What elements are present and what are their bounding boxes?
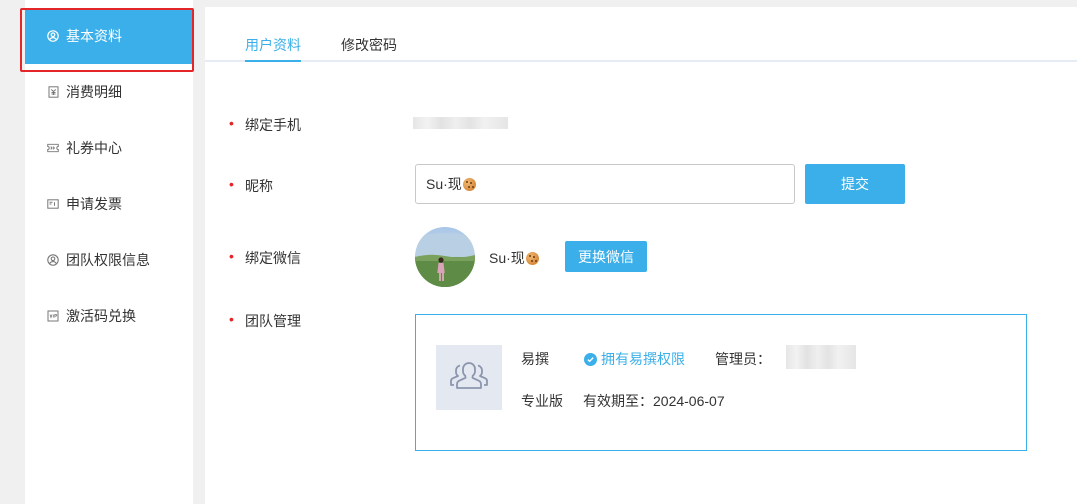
team-name: 易撰 (521, 351, 549, 367)
tab-user-profile[interactable]: 用户资料 (245, 35, 301, 55)
team-card: 易撰 拥有易撰权限 管理员： 专业版 有效期至：2024-06-07 (415, 314, 1027, 451)
sidebar: 基本资料 消费明细 礼券中心 申请发票 团队权限信息 激活码兑换 (25, 0, 193, 504)
tab-change-password[interactable]: 修改密码 (341, 35, 397, 55)
required-marker: • (229, 311, 234, 327)
required-marker: • (229, 115, 234, 131)
nickname-label: 昵称 (245, 178, 273, 194)
sidebar-item-label: 申请发票 (66, 196, 122, 212)
team-edition: 专业版 (521, 393, 563, 409)
main-panel: 用户资料 修改密码 • 绑定手机 • 昵称 Su·现 提交 • 绑定微信 Su·… (205, 7, 1077, 504)
sidebar-item-label: 基本资料 (66, 28, 122, 44)
team-permission: 拥有易撰权限 (584, 349, 685, 369)
ticket-icon (47, 142, 59, 154)
active-tab-indicator (245, 60, 301, 62)
wechat-label: 绑定微信 (245, 250, 301, 266)
sidebar-item-team-permissions[interactable]: 团队权限信息 (25, 232, 193, 288)
user-circle-icon (47, 30, 59, 42)
sidebar-item-basic-info[interactable]: 基本资料 (25, 8, 193, 64)
cookie-emoji-icon (462, 177, 476, 191)
check-circle-icon (584, 352, 597, 366)
sidebar-item-label: 激活码兑换 (66, 308, 136, 324)
phone-value-redacted (413, 117, 508, 129)
nickname-value: Su·现 (426, 176, 462, 192)
admin-name-redacted (786, 345, 856, 369)
nickname-input[interactable]: Su·现 (415, 164, 795, 204)
sidebar-item-coupons[interactable]: 礼券中心 (25, 120, 193, 176)
admin-label: 管理员： (715, 351, 771, 367)
sidebar-item-label: 礼券中心 (66, 140, 122, 156)
receipt-icon (47, 86, 59, 98)
phone-label: 绑定手机 (245, 117, 301, 133)
invoice-icon (47, 198, 59, 210)
change-wechat-button[interactable]: 更换微信 (565, 241, 647, 272)
user-circle-icon (47, 254, 59, 266)
tab-bar: 用户资料 修改密码 (205, 7, 1077, 62)
team-avatar (436, 345, 502, 410)
team-label: 团队管理 (245, 313, 301, 329)
sidebar-item-activation-code[interactable]: 激活码兑换 (25, 288, 193, 344)
sidebar-item-invoice[interactable]: 申请发票 (25, 176, 193, 232)
sidebar-item-consumption[interactable]: 消费明细 (25, 64, 193, 120)
submit-button[interactable]: 提交 (805, 164, 905, 204)
cookie-emoji-icon (525, 252, 539, 265)
wechat-name: Su·现 (489, 248, 539, 268)
required-marker: • (229, 176, 234, 192)
team-users-icon (449, 359, 489, 396)
wechat-avatar (415, 227, 475, 287)
required-marker: • (229, 248, 234, 264)
vip-icon (47, 310, 59, 322)
sidebar-item-label: 团队权限信息 (66, 252, 150, 268)
sidebar-item-label: 消费明细 (66, 84, 122, 100)
team-expiry: 有效期至：2024-06-07 (583, 393, 725, 409)
